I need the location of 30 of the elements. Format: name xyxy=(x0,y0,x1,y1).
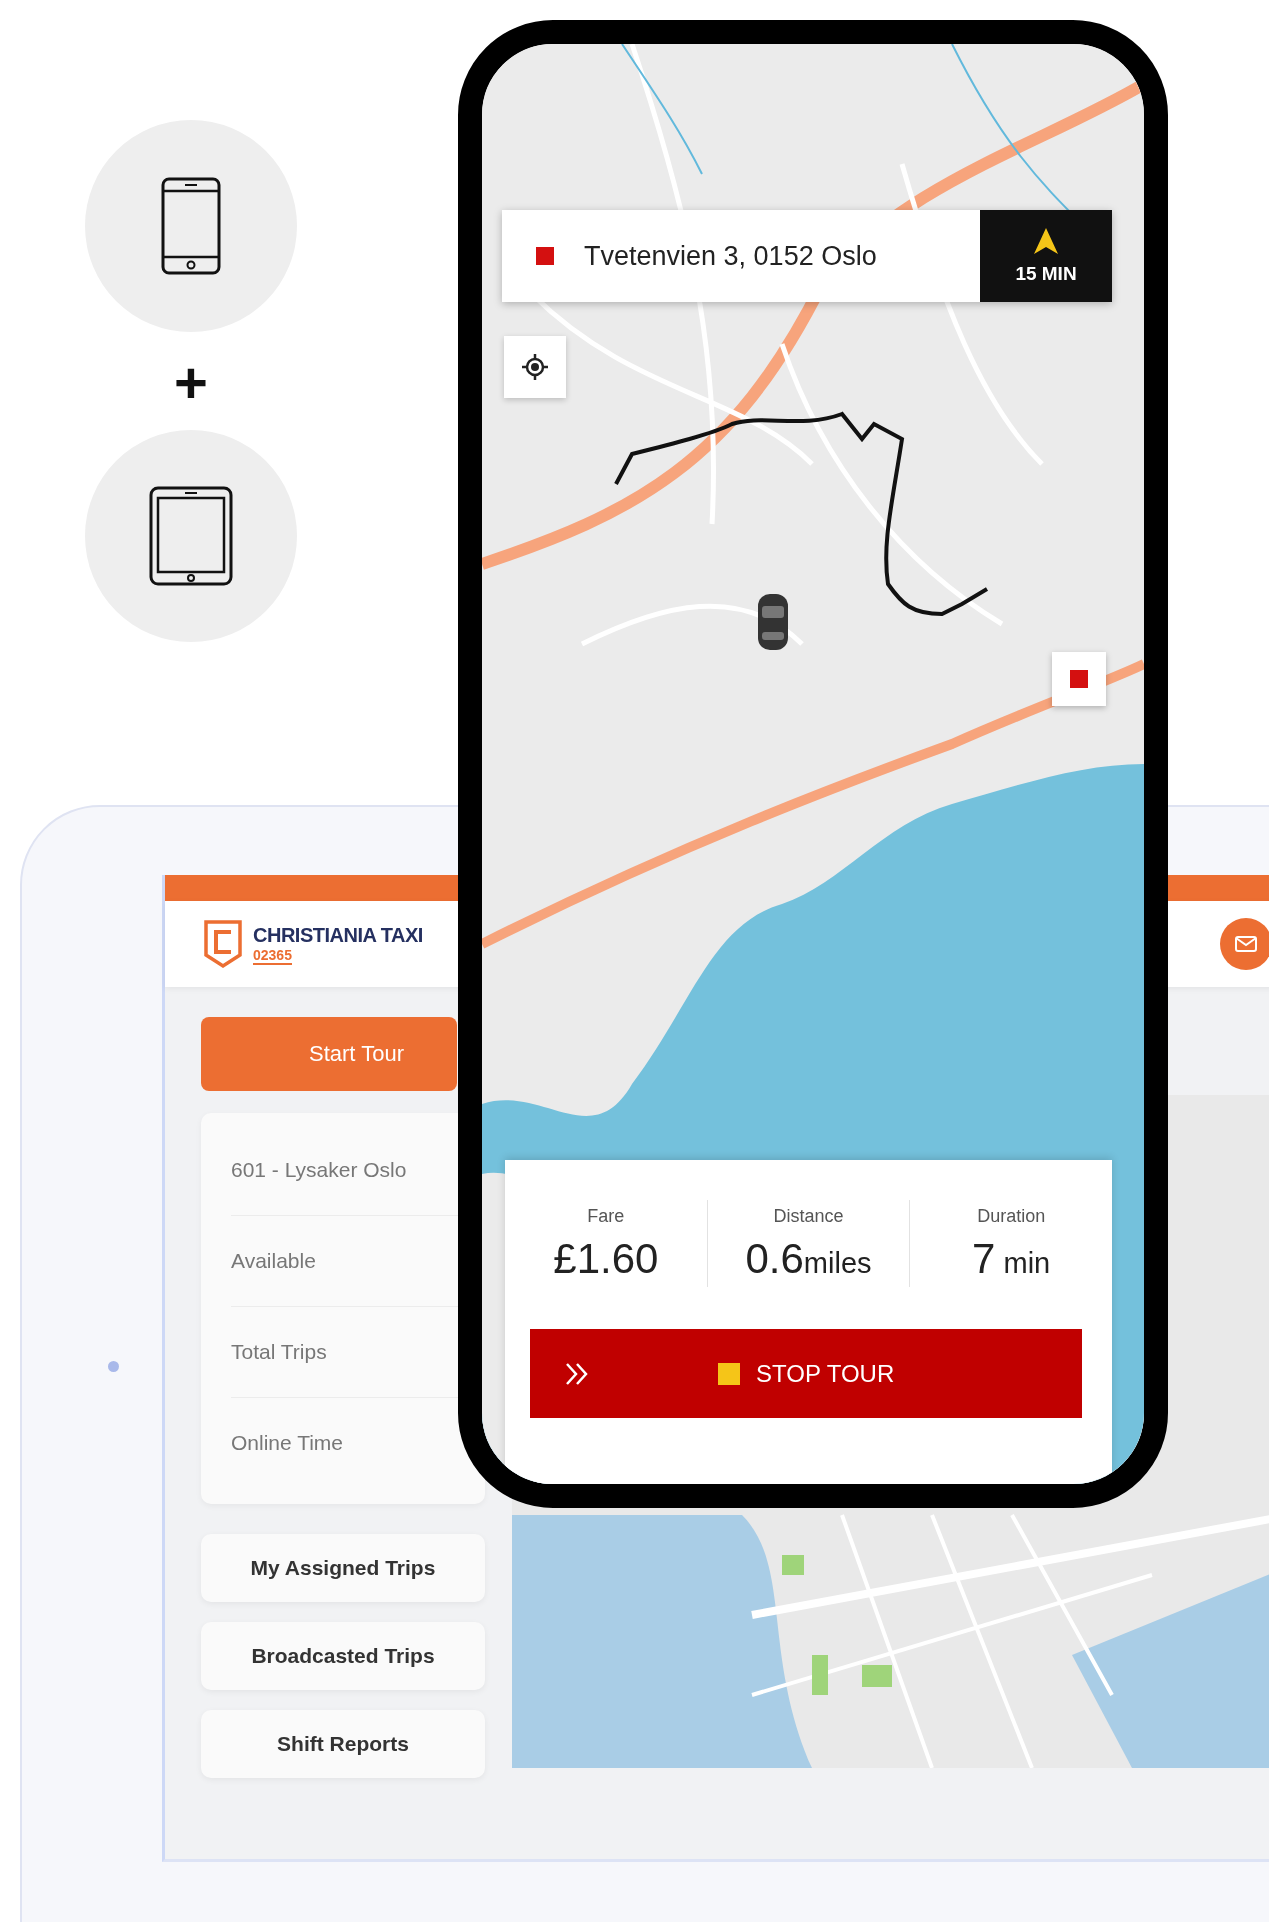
tablet-icon xyxy=(149,486,233,586)
brand-number: 02365 xyxy=(253,946,292,965)
stat-label: Distance xyxy=(773,1206,844,1227)
stat-label: Fare xyxy=(587,1206,625,1227)
home-button-icon xyxy=(108,1361,119,1372)
locate-button[interactable] xyxy=(504,336,566,398)
double-chevron-icon xyxy=(564,1361,590,1386)
stat-label: Duration xyxy=(977,1206,1046,1227)
destination-square-icon xyxy=(536,247,554,265)
navigation-arrow-icon xyxy=(1033,227,1059,255)
mail-icon[interactable] xyxy=(1220,918,1269,970)
stat-value: 0.6miles xyxy=(745,1235,872,1283)
menu-button[interactable]: Broadcasted Trips xyxy=(201,1622,485,1690)
navigate-button[interactable]: 15 MIN xyxy=(980,210,1112,302)
eta-label: 15 MIN xyxy=(1015,263,1077,285)
shield-logo-icon xyxy=(203,919,243,969)
stat-value: 7 min xyxy=(972,1235,1051,1283)
stop-tour-button[interactable]: STOP TOUR xyxy=(530,1329,1082,1418)
brand-name: CHRISTIANIA TAXI xyxy=(253,923,423,947)
locate-icon xyxy=(521,353,549,381)
stat-value: £1.60 xyxy=(553,1235,659,1283)
destination-marker-icon xyxy=(1052,652,1106,706)
destination-address: Tvetenvien 3, 0152 Oslo xyxy=(584,240,878,272)
plus-sign: + xyxy=(174,349,208,417)
phone-icon xyxy=(161,177,221,275)
car-icon xyxy=(756,592,790,652)
menu-button[interactable]: Shift Reports xyxy=(201,1710,485,1778)
stop-square-icon xyxy=(718,1362,740,1385)
menu-button[interactable]: My Assigned Trips xyxy=(201,1534,485,1602)
info-row-text: Online Time xyxy=(231,1430,345,1456)
